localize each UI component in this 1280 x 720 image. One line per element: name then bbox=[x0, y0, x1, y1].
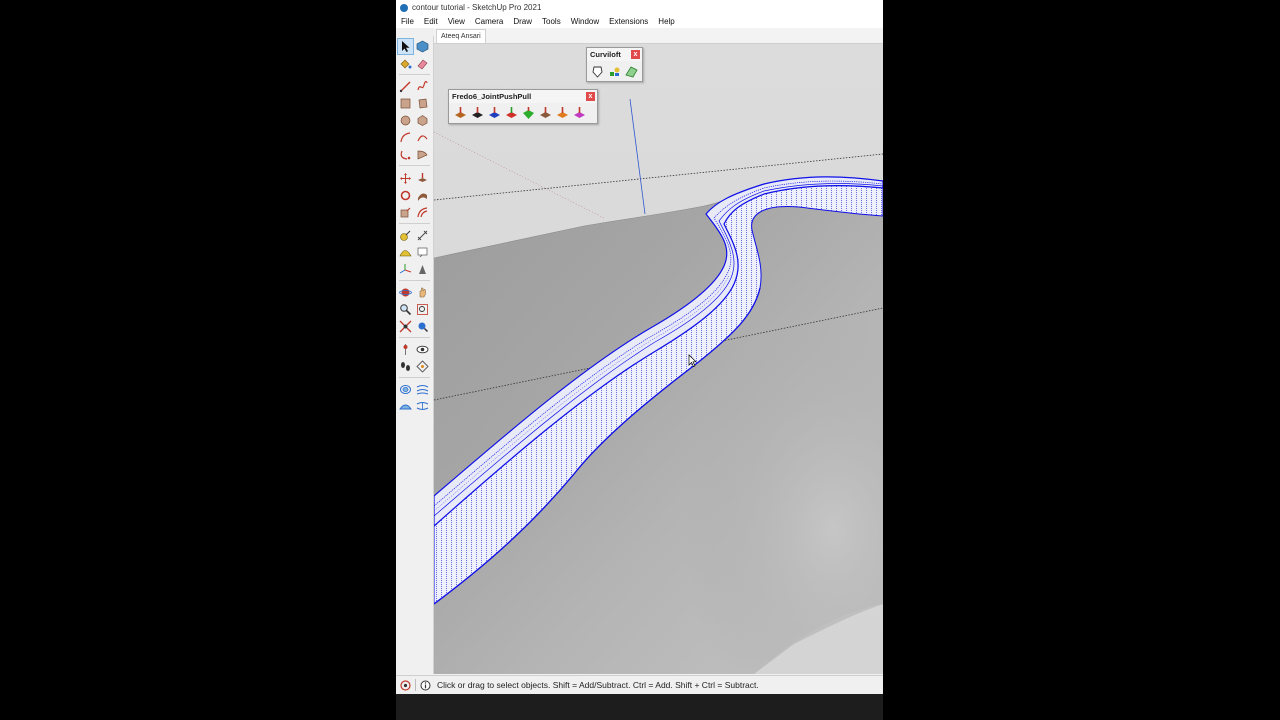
viewport-scene bbox=[434, 44, 883, 674]
title-bar: contour tutorial - SketchUp Pro 2021 bbox=[396, 0, 883, 15]
menu-window[interactable]: Window bbox=[566, 17, 604, 26]
extrude-icon[interactable] bbox=[503, 105, 519, 121]
follow-icon[interactable] bbox=[520, 105, 536, 121]
redo-push-pull-icon[interactable] bbox=[554, 105, 570, 121]
geo-location-icon[interactable] bbox=[400, 679, 411, 691]
toolbar-separator bbox=[399, 337, 430, 338]
section-plane-icon[interactable] bbox=[415, 359, 430, 374]
toolbar-separator bbox=[399, 377, 430, 378]
sandbox-from-contours-icon[interactable] bbox=[398, 382, 413, 397]
pan-tool-icon[interactable] bbox=[415, 285, 430, 300]
offset-tool-icon[interactable] bbox=[415, 205, 430, 220]
line-tool-icon[interactable] bbox=[398, 79, 413, 94]
position-camera-icon[interactable] bbox=[398, 342, 413, 357]
follow-me-icon[interactable] bbox=[415, 188, 430, 203]
two-point-arc-icon[interactable] bbox=[415, 130, 430, 145]
menu-edit[interactable]: Edit bbox=[419, 17, 443, 26]
joint-push-pull-icon[interactable] bbox=[452, 105, 468, 121]
curviloft-toolbar: Curviloft x bbox=[586, 47, 643, 82]
drape-tool-icon[interactable] bbox=[415, 399, 430, 414]
select-tool-icon[interactable] bbox=[397, 38, 414, 55]
vector-push-pull-icon[interactable] bbox=[469, 105, 485, 121]
joint-push-pull-toolbar: Fredo6_JointPushPull x bbox=[448, 89, 598, 124]
three-point-arc-icon[interactable] bbox=[398, 147, 413, 162]
status-message: Click or drag to select objects. Shift =… bbox=[437, 680, 759, 690]
zoom-window-icon[interactable] bbox=[415, 302, 430, 317]
three-d-text-icon[interactable] bbox=[415, 262, 430, 277]
sketchup-app-icon bbox=[400, 3, 408, 12]
joint-push-pull-titlebar[interactable]: Fredo6_JointPushPull x bbox=[449, 90, 597, 103]
scale-tool-icon[interactable] bbox=[398, 205, 413, 220]
joint-push-pull-title: Fredo6_JointPushPull bbox=[452, 92, 532, 101]
normal-push-pull-icon[interactable] bbox=[486, 105, 502, 121]
menu-extensions[interactable]: Extensions bbox=[604, 17, 653, 26]
menu-bar: File Edit View Camera Draw Tools Window … bbox=[396, 15, 883, 28]
push-pull-icon[interactable] bbox=[415, 171, 430, 186]
move-tool-icon[interactable] bbox=[398, 171, 413, 186]
circle-tool-icon[interactable] bbox=[398, 113, 413, 128]
scene-tab[interactable]: Ateeq Ansari bbox=[436, 29, 486, 43]
freehand-tool-icon[interactable] bbox=[415, 79, 430, 94]
curviloft-title: Curviloft bbox=[590, 50, 621, 59]
eraser-icon[interactable] bbox=[415, 56, 430, 71]
tape-measure-icon[interactable] bbox=[398, 228, 413, 243]
scene-tabs: Ateeq Ansari bbox=[434, 28, 883, 44]
status-bar: Click or drag to select objects. Shift =… bbox=[396, 675, 883, 694]
zoom-tool-icon[interactable] bbox=[398, 302, 413, 317]
curviloft-loft-along-path-icon[interactable] bbox=[623, 63, 639, 79]
rotate-tool-icon[interactable] bbox=[398, 188, 413, 203]
undo-push-pull-icon[interactable] bbox=[537, 105, 553, 121]
curviloft-close-button[interactable]: x bbox=[631, 50, 640, 59]
menu-draw[interactable]: Draw bbox=[508, 17, 537, 26]
zoom-extents-icon[interactable] bbox=[398, 319, 413, 334]
modeling-viewport[interactable] bbox=[434, 44, 883, 674]
joint-push-pull-close-button[interactable]: x bbox=[586, 92, 595, 101]
sketchup-window: contour tutorial - SketchUp Pro 2021 Fil… bbox=[396, 0, 883, 720]
arc-tool-icon[interactable] bbox=[398, 130, 413, 145]
status-divider bbox=[415, 679, 416, 691]
protractor-icon[interactable] bbox=[398, 245, 413, 260]
rotated-rectangle-icon[interactable] bbox=[415, 96, 430, 111]
curviloft-skinning-icon[interactable] bbox=[607, 63, 623, 79]
axes-tool-icon[interactable] bbox=[398, 262, 413, 277]
curviloft-titlebar[interactable]: Curviloft x bbox=[587, 48, 642, 61]
sandbox-from-scratch-icon[interactable] bbox=[415, 382, 430, 397]
orbit-tool-icon[interactable] bbox=[398, 285, 413, 300]
toolbar-separator bbox=[399, 74, 430, 75]
toolbar-separator bbox=[399, 223, 430, 224]
text-tool-icon[interactable] bbox=[415, 245, 430, 260]
window-title: contour tutorial - SketchUp Pro 2021 bbox=[412, 3, 542, 12]
look-around-icon[interactable] bbox=[415, 342, 430, 357]
previous-view-icon[interactable] bbox=[415, 319, 430, 334]
joint-options-icon[interactable] bbox=[571, 105, 587, 121]
menu-file[interactable]: File bbox=[396, 17, 419, 26]
toolbar-separator bbox=[399, 165, 430, 166]
toolbar-separator bbox=[399, 280, 430, 281]
walk-tool-icon[interactable] bbox=[398, 359, 413, 374]
paint-bucket-icon[interactable] bbox=[398, 56, 413, 71]
large-tool-set bbox=[396, 36, 434, 674]
menu-view[interactable]: View bbox=[443, 17, 470, 26]
polygon-tool-icon[interactable] bbox=[415, 113, 430, 128]
rectangle-tool-icon[interactable] bbox=[398, 96, 413, 111]
dimension-tool-icon[interactable] bbox=[415, 228, 430, 243]
pie-tool-icon[interactable] bbox=[415, 147, 430, 162]
curviloft-loft-by-spline-icon[interactable] bbox=[590, 63, 606, 79]
menu-tools[interactable]: Tools bbox=[537, 17, 566, 26]
menu-camera[interactable]: Camera bbox=[470, 17, 508, 26]
instructor-info-icon[interactable] bbox=[420, 680, 431, 691]
taskbar-strip bbox=[396, 694, 883, 720]
smoove-tool-icon[interactable] bbox=[398, 399, 413, 414]
menu-help[interactable]: Help bbox=[653, 17, 679, 26]
make-component-icon[interactable] bbox=[415, 39, 430, 54]
